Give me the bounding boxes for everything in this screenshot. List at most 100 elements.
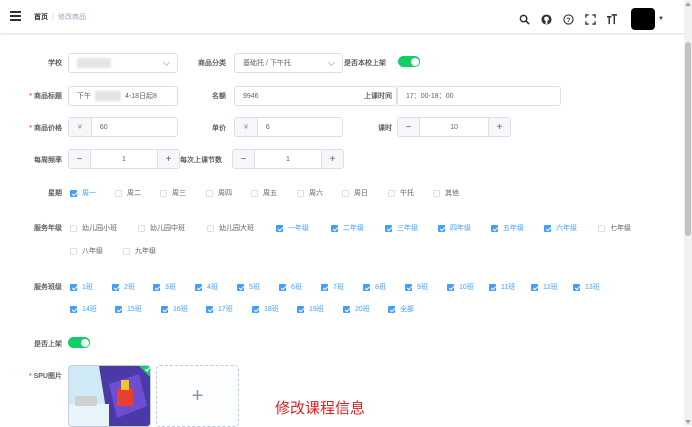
scroll-down-icon[interactable] [685,420,691,424]
checkbox-checked-icon[interactable] [388,305,395,313]
checkbox-unchecked-icon[interactable] [251,189,258,197]
checkbox-checked-icon[interactable] [153,283,160,291]
grade-checkbox[interactable]: 幼儿园中班 [138,223,185,233]
checkbox-checked-icon[interactable] [385,224,392,232]
weekday-checkbox[interactable]: 周一 [70,188,96,198]
checkbox-checked-icon[interactable] [297,305,304,313]
class-checkbox[interactable]: 12班 [531,282,558,292]
grade-checkbox[interactable]: 六年级 [544,223,577,233]
checkbox-checked-icon[interactable] [70,283,77,291]
checkbox-checked-icon[interactable] [70,305,77,313]
class-checkbox[interactable]: 14班 [70,304,97,314]
lessons-stepper[interactable]: − 10 + [397,117,511,137]
checkbox-unchecked-icon[interactable] [433,189,440,197]
weekday-checkbox[interactable]: 周五 [251,188,277,198]
class-checkbox[interactable]: 8班 [363,282,386,292]
checkbox-checked-icon[interactable] [489,283,496,291]
checkbox-unchecked-icon[interactable] [123,247,130,255]
checkbox-checked-icon[interactable] [343,305,350,313]
increase-icon[interactable]: + [157,150,179,168]
weekday-checkbox[interactable]: 周四 [206,188,232,198]
checkbox-checked-icon[interactable] [112,283,119,291]
increase-icon[interactable]: + [321,150,343,168]
checkbox-checked-icon[interactable] [363,283,370,291]
class-checkbox[interactable]: 19班 [297,304,324,314]
checkbox-checked-icon[interactable] [544,224,551,232]
class-checkbox[interactable]: 18班 [252,304,279,314]
grade-checkbox[interactable]: 一年级 [276,223,309,233]
font-size-icon[interactable] [603,10,621,28]
grade-checkbox[interactable]: 二年级 [331,223,364,233]
checkbox-unchecked-icon[interactable] [70,224,77,232]
checkbox-checked-icon[interactable] [491,224,498,232]
decrease-icon[interactable]: − [233,150,255,168]
checkbox-checked-icon[interactable] [405,283,412,291]
upload-add-button[interactable]: + [156,365,239,427]
category-cascader[interactable]: 基础托 / 下午托 [234,53,343,73]
checkbox-checked-icon[interactable] [447,283,454,291]
decrease-icon[interactable]: − [398,118,420,136]
grade-checkbox[interactable]: 幼儿园大班 [207,223,254,233]
class-checkbox[interactable]: 4班 [195,282,218,292]
decrease-icon[interactable]: − [69,150,91,168]
listed-switch[interactable] [68,337,90,348]
class-checkbox[interactable]: 16班 [161,304,188,314]
title-input[interactable]: 下午 4-18日起8 [68,86,178,106]
weekly-freq-value[interactable]: 1 [91,156,157,163]
class-checkbox[interactable]: 20班 [343,304,370,314]
class-checkbox[interactable]: 17班 [206,304,233,314]
weekday-checkbox[interactable]: 其他 [433,188,459,198]
class-checkbox[interactable]: 15班 [115,304,142,314]
class-checkbox[interactable]: 1班 [70,282,93,292]
lessons-value[interactable]: 10 [420,124,488,131]
class-checkbox[interactable]: 6班 [279,282,302,292]
scroll-up-icon[interactable] [685,2,691,6]
class-checkbox[interactable]: 全部 [388,304,414,314]
class-checkbox[interactable]: 9班 [405,282,428,292]
class-checkbox[interactable]: 11班 [489,282,515,292]
class-checkbox[interactable]: 7班 [321,282,344,292]
checkbox-unchecked-icon[interactable] [207,224,214,232]
fullscreen-icon[interactable] [581,10,599,28]
checkbox-unchecked-icon[interactable] [297,189,304,197]
lessons-per-time-stepper[interactable]: − 1 + [232,149,344,169]
grade-checkbox[interactable]: 八年级 [70,246,103,256]
checkbox-unchecked-icon[interactable] [115,189,122,197]
class-checkbox[interactable]: 10班 [447,282,474,292]
class-checkbox[interactable]: 13班 [573,282,600,292]
checkbox-checked-icon[interactable] [321,283,328,291]
page-scrollbar[interactable] [684,0,692,426]
checkbox-checked-icon[interactable] [115,305,122,313]
avatar[interactable] [631,8,656,30]
checkbox-unchecked-icon[interactable] [206,189,213,197]
checkbox-unchecked-icon[interactable] [138,224,145,232]
checkbox-checked-icon[interactable] [252,305,259,313]
weekday-checkbox[interactable]: 周二 [115,188,141,198]
checkbox-unchecked-icon[interactable] [598,224,605,232]
class-checkbox[interactable]: 3班 [153,282,176,292]
grade-checkbox[interactable]: 七年级 [598,223,631,233]
price-input[interactable]: ¥ 60 [68,117,178,137]
checkbox-checked-icon[interactable] [195,283,202,291]
checkbox-checked-icon[interactable] [276,224,283,232]
checkbox-unchecked-icon[interactable] [342,189,349,197]
class-checkbox[interactable]: 2班 [112,282,135,292]
weekday-checkbox[interactable]: 周日 [342,188,368,198]
grade-checkbox[interactable]: 四年级 [438,223,471,233]
checkbox-checked-icon[interactable] [161,305,168,313]
checkbox-unchecked-icon[interactable] [388,189,395,197]
search-icon[interactable] [515,10,533,28]
grade-checkbox[interactable]: 五年级 [491,223,524,233]
weekday-checkbox[interactable]: 午托 [388,188,414,198]
checkbox-checked-icon[interactable] [531,283,538,291]
checkbox-checked-icon[interactable] [438,224,445,232]
school-listed-switch[interactable] [398,56,420,67]
checkbox-checked-icon[interactable] [331,224,338,232]
help-icon[interactable]: ? [559,10,577,28]
checkbox-checked-icon[interactable] [573,283,580,291]
grade-checkbox[interactable]: 三年级 [385,223,418,233]
lessons-per-time-value[interactable]: 1 [255,156,321,163]
checkbox-checked-icon[interactable] [70,189,77,197]
checkbox-checked-icon[interactable] [279,283,286,291]
caret-down-icon[interactable]: ▼ [658,16,664,22]
